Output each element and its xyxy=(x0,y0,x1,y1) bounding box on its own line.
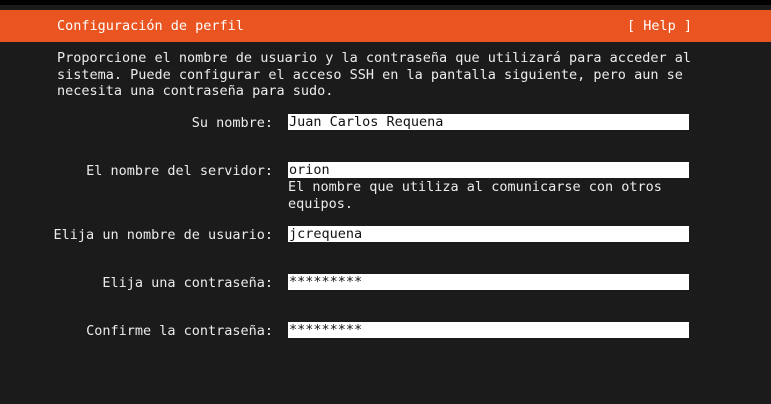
name-field-value: Juan Carlos Requena xyxy=(289,114,444,130)
installer-screen: Configuración de perfil [ Help ] Proporc… xyxy=(0,0,771,404)
hostname-label: El nombre del servidor: xyxy=(86,163,273,179)
intro-line: Proporcione el nombre de usuario y la co… xyxy=(57,50,691,66)
password-field[interactable]: ********* xyxy=(288,274,689,290)
hostname-hint-line: equipos. xyxy=(288,195,354,212)
help-button[interactable]: [ Help ] xyxy=(627,18,692,34)
hostname-hint-line: El nombre que utiliza al comunicarse con… xyxy=(288,179,662,195)
hostname-field-value: orion xyxy=(289,162,330,178)
password-field-value: ********* xyxy=(289,274,363,290)
hostname-field[interactable]: orion xyxy=(288,162,689,178)
password-label: Elija una contraseña: xyxy=(102,275,273,291)
intro-line: sistema. Puede configurar el acceso SSH … xyxy=(57,66,683,83)
confirm-password-label: Confirme la contraseña: xyxy=(86,323,273,339)
name-label: Su nombre: xyxy=(191,115,273,131)
intro-text: Proporcione el nombre de usuario y la co… xyxy=(57,50,717,100)
confirm-password-field-value: ********* xyxy=(289,322,363,338)
page-title: Configuración de perfil xyxy=(57,18,244,34)
hostname-hint: El nombre que utiliza al comunicarse con… xyxy=(288,179,708,212)
username-field-value: jcrequena xyxy=(289,226,363,242)
name-field[interactable]: Juan Carlos Requena xyxy=(288,114,689,130)
header-bar: Configuración de perfil [ Help ] xyxy=(0,10,771,42)
intro-line: necesita una contraseña para sudo. xyxy=(57,83,334,99)
username-label: Elija un nombre de usuario: xyxy=(53,227,273,243)
username-field[interactable]: jcrequena xyxy=(288,226,689,242)
confirm-password-field[interactable]: ********* xyxy=(288,322,689,338)
